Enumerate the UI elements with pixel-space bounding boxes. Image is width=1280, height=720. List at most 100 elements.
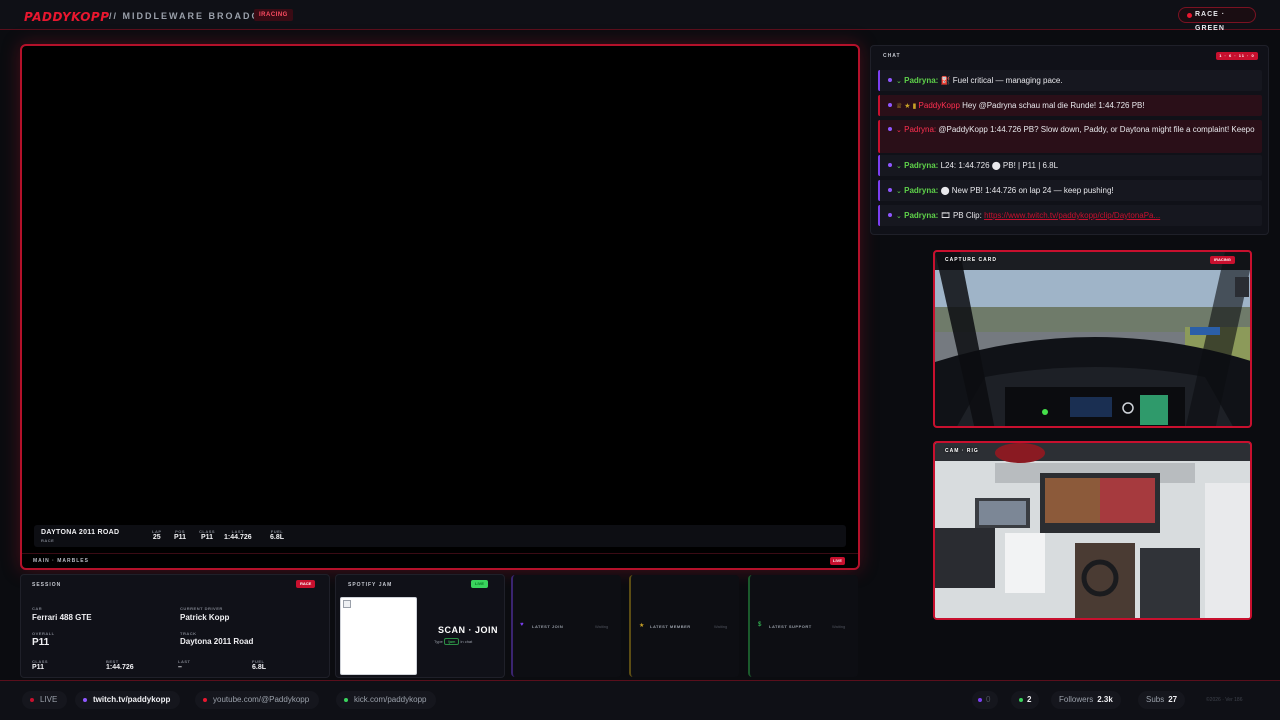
youtube-url: youtube.com/@Paddykopp xyxy=(213,695,310,704)
badge-icon: ⌄ xyxy=(896,127,902,134)
badge-icon: ♕ ★ ▮ xyxy=(896,103,917,110)
chat-text: L24: 1:44.726 ⬤ PB! | P11 | 6.8L xyxy=(940,161,1059,170)
viewer-count-a: 0 xyxy=(972,691,999,709)
track-label: TRACK xyxy=(180,631,197,636)
latest-member-value: Waiting xyxy=(714,624,728,629)
main-video-frame xyxy=(20,44,860,570)
session-panel xyxy=(20,574,330,678)
session-mode: RACE xyxy=(41,538,55,543)
twitch-link[interactable]: twitch.tv/paddykopp xyxy=(75,691,181,709)
kick-url: kick.com/paddykopp xyxy=(354,695,427,704)
followers-stat: Followers 2.3k xyxy=(1051,691,1121,709)
racing-sim-view xyxy=(935,252,1250,426)
subs-value: 27 xyxy=(1168,695,1178,704)
kick-link[interactable]: kick.com/paddykopp xyxy=(336,691,437,709)
badge-icon: ⌄ xyxy=(896,163,902,170)
badge-icon: ⌄ xyxy=(896,188,902,195)
telemetry-value: P11 xyxy=(174,534,187,541)
latest-join-label: LATEST JOIN xyxy=(532,624,564,629)
hint-text: Type xyxy=(434,639,443,644)
telemetry-lap: LAP 25 xyxy=(152,529,162,541)
chat-text: @PaddyKopp 1:44.726 PB? Slow down, Paddy… xyxy=(938,125,1255,134)
track-value: Daytona 2011 Road xyxy=(180,637,254,646)
chat-text: ⬤ New PB! 1:44.726 on lap 24 — keep push… xyxy=(940,186,1114,195)
car-value: Ferrari 488 GTE xyxy=(32,613,92,622)
chat-title: CHAT xyxy=(883,53,901,59)
scene-label: MAIN · MARBLES xyxy=(33,558,89,564)
spotify-title: SPOTIFY JAM xyxy=(348,582,393,588)
chat-text: ⛽ Fuel critical — managing pace. xyxy=(940,76,1063,85)
main-footer xyxy=(22,553,858,568)
chat-counter-badge: 1 · 6 · 11 · 0 xyxy=(1216,52,1258,60)
telemetry-bar: DAYTONA 2011 ROAD RACE LAP 25 POS P11 CLAS… xyxy=(34,525,846,547)
chat-message: ⌄ Padryna: ⬤ New PB! 1:44.726 on lap 24 … xyxy=(878,180,1262,201)
hint-text: in chat xyxy=(460,639,473,644)
latest-join-value: Waiting xyxy=(595,624,609,629)
bullet-icon xyxy=(888,78,892,82)
chat-username[interactable]: Padryna: xyxy=(904,211,938,220)
star-icon: ★ xyxy=(639,623,645,629)
telemetry-value: 25 xyxy=(152,534,161,541)
capture-card-label: CAPTURE CARD xyxy=(945,257,997,263)
driver-label: CURRENT DRIVER xyxy=(180,606,223,611)
race-status-pill: RACE · GREEN xyxy=(1178,7,1256,32)
viewer-dot-icon xyxy=(978,698,982,702)
live-label: LIVE xyxy=(40,695,58,704)
class-value: P11 xyxy=(32,664,45,671)
followers-value: 2.3k xyxy=(1097,695,1113,704)
jam-qr-code[interactable] xyxy=(340,597,417,675)
telemetry-fuel: FUEL 6.8L xyxy=(270,529,284,541)
live-badge: LIVE xyxy=(830,557,845,565)
bullet-icon xyxy=(888,127,892,131)
chat-username[interactable]: Padryna: xyxy=(904,125,936,134)
bullet-icon xyxy=(888,188,892,192)
track-name: DAYTONA 2011 ROAD xyxy=(41,529,120,536)
viewer-count-b: 2 xyxy=(1011,691,1040,709)
chat-username[interactable]: Padryna: xyxy=(904,186,938,195)
last-value: – xyxy=(178,664,182,671)
chat-text: Hey @Padryna schau mal die Runde! 1:44.7… xyxy=(962,101,1145,110)
status-dot-icon xyxy=(1187,13,1192,18)
viewer-count-b-value: 2 xyxy=(1027,695,1032,704)
fuel-value: 6.8L xyxy=(252,664,267,671)
spotify-live-badge: LIVE xyxy=(471,580,488,588)
chat-message: ⌄ Padryna: @PaddyKopp 1:44.726 PB? Slow … xyxy=(878,120,1262,153)
best-value: 1:44.726 xyxy=(106,664,134,671)
car-label: CAR xyxy=(32,606,43,611)
chat-message: ♕ ★ ▮ PaddyKopp Hey @Padryna schau mal d… xyxy=(878,95,1262,116)
twitch-url: twitch.tv/paddykopp xyxy=(93,695,171,704)
telemetry-last: LAST 1:44.726 xyxy=(224,529,252,541)
version-text: ©2026 · Ver 186 xyxy=(1206,697,1243,703)
badge-icon: ⌄ xyxy=(896,213,902,220)
race-status-label: RACE · GREEN xyxy=(1195,11,1226,32)
chat-username[interactable]: Padryna: xyxy=(904,76,938,85)
clip-link[interactable]: https://www.twitch.tv/paddykopp/clip/Day… xyxy=(984,211,1160,220)
dollar-icon: $ xyxy=(758,622,762,628)
viewer-dot-icon xyxy=(1019,698,1023,702)
telemetry-value: 6.8L xyxy=(270,534,285,541)
overall-label: OVERALL xyxy=(32,631,55,636)
chat-username[interactable]: Padryna: xyxy=(904,161,938,170)
bullet-icon xyxy=(888,213,892,217)
chat-username[interactable]: PaddyKopp xyxy=(919,101,960,110)
rig-camera-view xyxy=(935,443,1250,618)
telemetry-class: CLASS P11 xyxy=(199,529,215,541)
scan-join-hint: Type !jam in chat xyxy=(434,638,472,645)
kick-icon xyxy=(344,698,348,702)
cam-rig-label: CAM · RIG xyxy=(945,448,979,454)
session-title: SESSION xyxy=(32,582,62,588)
youtube-link[interactable]: youtube.com/@Paddykopp xyxy=(195,691,320,709)
scan-join-title: SCAN · JOIN xyxy=(438,625,499,635)
chat-message: ⌄ Padryna: ⛽ Fuel critical — managing pa… xyxy=(878,70,1262,91)
game-tag: IRACING xyxy=(254,9,293,21)
latest-support-value: Waiting xyxy=(832,624,846,629)
live-chip: LIVE xyxy=(22,691,68,709)
bullet-icon xyxy=(888,103,892,107)
chat-text: 🎞 PB Clip: xyxy=(940,211,985,220)
cam-rig-frame xyxy=(933,441,1252,620)
bullet-icon xyxy=(888,163,892,167)
telemetry-pos: POS P11 xyxy=(174,529,186,541)
chat-message: ⌄ Padryna: 🎞 PB Clip: https://www.twitch… xyxy=(878,205,1262,226)
subs-label: Subs xyxy=(1146,695,1165,704)
live-dot-icon xyxy=(30,698,34,702)
